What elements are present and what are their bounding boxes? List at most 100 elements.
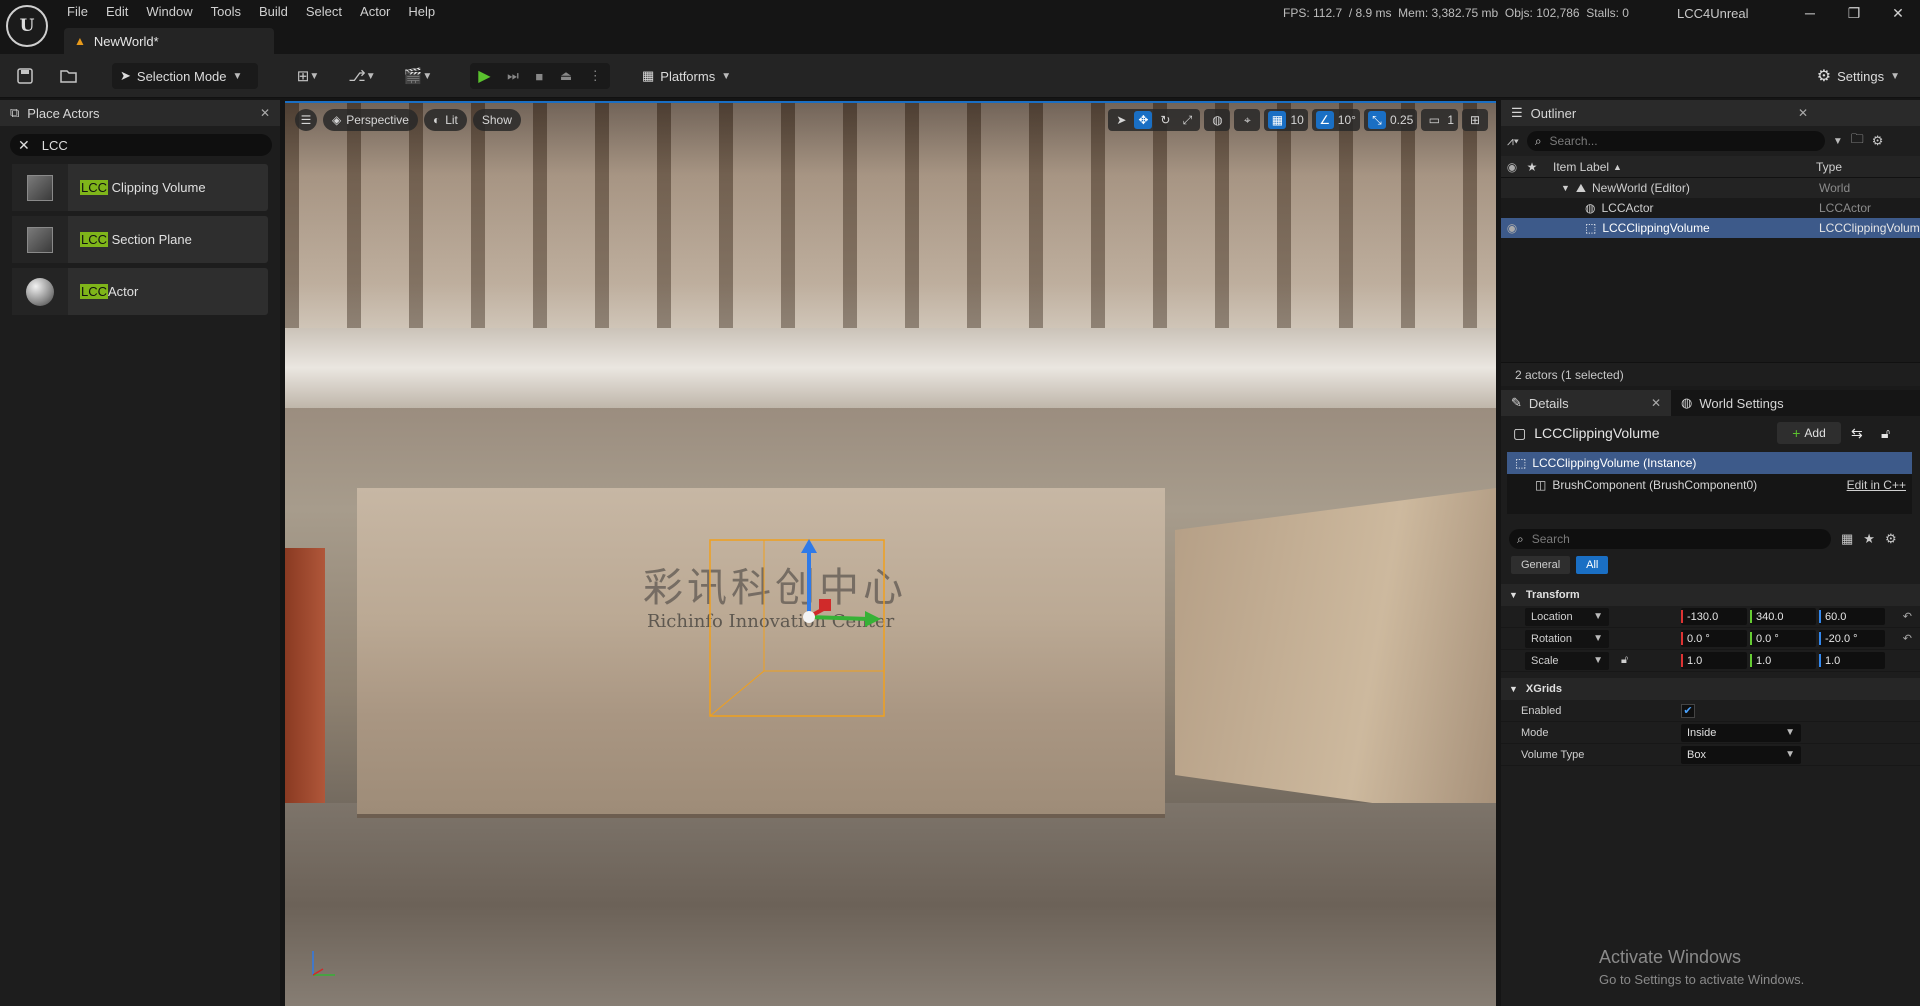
transform-category[interactable]: ▼ Transform [1501, 584, 1920, 606]
edit-in-cpp-link[interactable]: Edit in C++ [1847, 478, 1906, 492]
menu-build[interactable]: Build [250, 2, 297, 24]
component-row-brush[interactable]: ◫ BrushComponent (BrushComponent0) Edit … [1507, 474, 1912, 496]
add-actor-icon[interactable]: ⊞ ▼ [290, 65, 326, 87]
filter-icon[interactable]: ⩘▾ [1507, 134, 1519, 149]
lock-icon[interactable]: 🔓︎ [1881, 425, 1890, 442]
menu-actor[interactable]: Actor [351, 2, 399, 24]
blueprint-icon[interactable]: ⎇ ▼ [344, 65, 380, 87]
grid-snap-value[interactable]: 10 [1290, 113, 1303, 127]
location-x-field[interactable]: -130.0 [1681, 608, 1747, 625]
actor-item-lcc-actor[interactable]: LCCActor [12, 268, 268, 315]
expand-arrow-icon[interactable]: ▼ [1561, 183, 1570, 193]
platforms-dropdown[interactable]: ▦ Platforms ▼ [642, 63, 731, 89]
level-tab[interactable]: ▲ NewWorld* [64, 28, 274, 54]
location-y-field[interactable]: 340.0 [1750, 608, 1816, 625]
menu-select[interactable]: Select [297, 2, 351, 24]
menu-file[interactable]: File [58, 2, 97, 24]
settings-dropdown[interactable]: ⚙ Settings ▼ [1817, 63, 1900, 89]
close-window-button[interactable]: ✕ [1876, 0, 1920, 26]
actor-item-clipping-volume[interactable]: LCC Clipping Volume [12, 164, 268, 211]
eject-icon[interactable]: ⏏ [560, 68, 572, 84]
outliner-row-world[interactable]: ▼ ⛰ NewWorld (Editor) World [1501, 178, 1920, 198]
rotation-y-field[interactable]: 0.0 ° [1750, 630, 1816, 647]
lit-dropdown[interactable]: ◐ Lit [423, 109, 467, 131]
grid-view-icon[interactable]: ▦ [1841, 531, 1853, 547]
menu-tools[interactable]: Tools [202, 2, 250, 24]
outliner-row-lccclippingvolume[interactable]: ◉ ⬚ LCCClippingVolume LCCClippingVolume [1501, 218, 1920, 238]
rotation-x-field[interactable]: 0.0 ° [1681, 630, 1747, 647]
restore-button[interactable]: ❐ [1832, 0, 1876, 26]
close-icon[interactable]: ✕ [1798, 106, 1808, 120]
selection-mode-dropdown[interactable]: ➤ Selection Mode ▼ [112, 63, 258, 89]
filter-all-button[interactable]: All [1576, 556, 1609, 574]
rotate-icon[interactable]: ↻ [1156, 111, 1174, 129]
outliner-row-lccactor[interactable]: ◍ LCCActor LCCActor [1501, 198, 1920, 218]
surface-snap-icon[interactable]: ⌖ [1238, 111, 1256, 129]
reset-arrow-icon[interactable]: ↶ [1903, 610, 1912, 623]
blueprint-icon[interactable]: ⇆ [1851, 425, 1863, 442]
rotation-z-field[interactable]: -20.0 ° [1819, 630, 1885, 647]
reset-arrow-icon[interactable]: ↶ [1903, 632, 1912, 645]
world-settings-tab[interactable]: ◍ World Settings [1671, 390, 1794, 416]
location-dropdown[interactable]: Location ▼ [1525, 607, 1609, 626]
gear-icon[interactable]: ⚙ [1885, 531, 1897, 547]
enabled-checkbox[interactable]: ✔ [1681, 703, 1695, 718]
scale-icon[interactable]: ⤢ [1178, 111, 1196, 129]
component-row-instance[interactable]: ⬚ LCCClippingVolume (Instance) [1507, 452, 1912, 474]
content-browser-icon[interactable] [58, 65, 80, 87]
save-icon[interactable] [14, 65, 36, 87]
clipping-volume-gizmo[interactable] [709, 539, 885, 719]
visibility-icon[interactable]: ◉ [1501, 221, 1523, 235]
close-icon[interactable]: ✕ [260, 106, 270, 120]
step-icon[interactable]: ⏭ [507, 68, 519, 84]
volume-type-select[interactable]: Box ▼ [1681, 745, 1801, 764]
perspective-dropdown[interactable]: ◈ Perspective [323, 109, 418, 131]
gear-icon[interactable]: ⚙ [1872, 133, 1884, 149]
minimize-button[interactable]: ─ [1788, 0, 1832, 26]
play-options-icon[interactable]: ⋮ [589, 68, 602, 84]
level-viewport[interactable]: 彩讯科创中心 Richinfo Innovation Center ☰ ◈ Pe… [285, 101, 1496, 1006]
rotation-dropdown[interactable]: Rotation ▼ [1525, 629, 1609, 648]
stop-icon[interactable]: ■ [535, 69, 543, 84]
outliner-search-input[interactable]: ⌕ Search... [1526, 131, 1825, 151]
layout-icon[interactable]: ⊞ [1466, 111, 1484, 129]
chevron-down-icon[interactable]: ▼ [1833, 136, 1843, 147]
location-z-field[interactable]: 60.0 [1819, 608, 1885, 625]
details-tab[interactable]: ✎ Details ✕ [1501, 390, 1671, 416]
menu-help[interactable]: Help [399, 2, 444, 24]
star-icon[interactable]: ★ [1863, 531, 1875, 547]
filter-general-button[interactable]: General [1511, 556, 1571, 574]
grid-snap-icon[interactable]: ▦ [1268, 111, 1287, 129]
close-icon[interactable]: ✕ [1651, 396, 1661, 410]
place-actors-tab[interactable]: ⧉ Place Actors ✕ [0, 100, 280, 126]
add-component-button[interactable]: + Add [1777, 422, 1841, 444]
scale-x-field[interactable]: 1.0 [1681, 652, 1747, 669]
mode-select[interactable]: Inside ▼ [1681, 723, 1801, 742]
camera-icon[interactable]: ▭ [1425, 111, 1443, 129]
column-item-label[interactable]: Item Label [1553, 160, 1609, 174]
details-actor-name[interactable]: LCCClippingVolume [1534, 425, 1659, 441]
viewport-menu-icon[interactable]: ☰ [295, 109, 317, 131]
menu-window[interactable]: Window [137, 2, 201, 24]
clear-search-icon[interactable]: ✕ [18, 137, 30, 154]
outliner-tab[interactable]: ☰ Outliner ✕ [1501, 100, 1920, 126]
play-icon[interactable]: ▶ [478, 66, 490, 86]
angle-snap-icon[interactable]: ∠ [1315, 111, 1334, 129]
actor-search-input[interactable]: ✕ LCC [10, 134, 272, 156]
scale-lock-icon[interactable]: 🔓︎ [1621, 654, 1628, 667]
globe-icon[interactable]: ◍ [1208, 111, 1226, 129]
column-type[interactable]: Type [1816, 160, 1842, 174]
translate-icon[interactable]: ✥ [1134, 111, 1153, 129]
scale-y-field[interactable]: 1.0 [1750, 652, 1816, 669]
scale-snap-value[interactable]: 0.25 [1390, 113, 1413, 127]
actor-item-section-plane[interactable]: LCC Section Plane [12, 216, 268, 263]
menu-edit[interactable]: Edit [97, 2, 137, 24]
cinematics-icon[interactable]: 🎬 ▼ [400, 65, 436, 87]
xgrids-category[interactable]: ▼ XGrids [1501, 678, 1920, 700]
scale-dropdown[interactable]: Scale ▼ [1525, 651, 1609, 670]
scale-z-field[interactable]: 1.0 [1819, 652, 1885, 669]
camera-speed-value[interactable]: 1 [1447, 113, 1454, 127]
rotation-snap-value[interactable]: 10° [1338, 113, 1356, 127]
select-cursor-icon[interactable]: ➤ [1112, 111, 1130, 129]
scale-snap-icon[interactable]: ⤡ [1367, 111, 1386, 129]
